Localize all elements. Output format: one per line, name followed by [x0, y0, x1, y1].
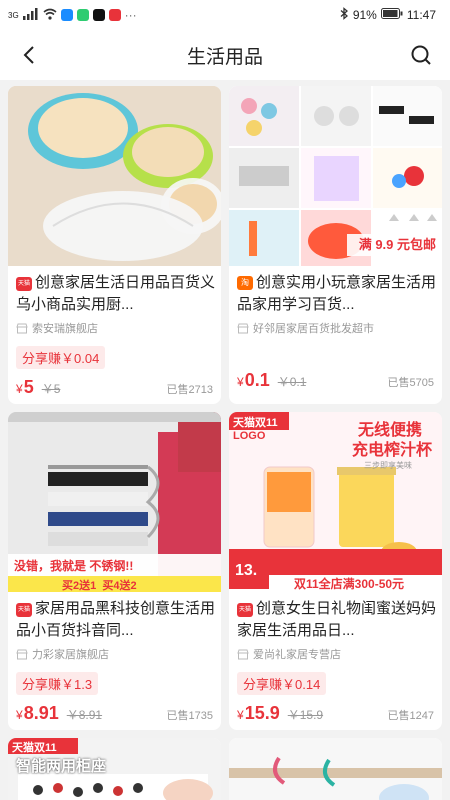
battery-icon [380, 8, 403, 22]
product-name: 创意家居生活日用品百货义乌小商品实用厨... [16, 274, 215, 313]
tiktok-icon [92, 9, 105, 21]
promo-label: 满 9.9 元包邮 [358, 237, 436, 252]
currency-symbol: ¥ [16, 708, 23, 722]
app-icon-red [108, 9, 121, 21]
original-price: ￥15.9 [287, 708, 324, 722]
shop-name: 好邻居家居百货批发超市 [253, 323, 374, 335]
price-value: 0.1 [244, 370, 270, 390]
status-left: 3G ··· [8, 7, 137, 23]
wifi-icon [43, 8, 57, 23]
logo-tag: LOGO [233, 430, 266, 442]
original-price: ￥5 [41, 382, 61, 396]
product-image: 没错，我就是 不锈钢!! 买2送1 买4送2 [8, 412, 221, 592]
more-icon: ··· [124, 8, 137, 22]
price-row: ¥5 ￥5 已售2713 [16, 377, 215, 398]
sold-count: 已售2713 [166, 384, 213, 396]
bluetooth-icon [340, 7, 349, 23]
shop-name: 索安瑞旗舰店 [32, 323, 98, 335]
shop-name: 爱尚礼家居专营店 [253, 649, 341, 661]
original-price: ￥8.91 [66, 708, 103, 722]
product-title: 天猫 家居用品黑科技创意生活用品小百货抖音同... [16, 598, 215, 642]
status-right: 91% 11:47 [340, 7, 436, 23]
page-title: 生活用品 [186, 46, 263, 68]
signal-icon [22, 7, 39, 23]
banner-offer: 买2送1 买4送2 [62, 580, 137, 592]
price-row: ¥8.91 ￥8.91 已售1735 [16, 703, 215, 724]
image-caption: 智能两用柜座 [16, 758, 107, 775]
tmall-badge: 天猫 [16, 277, 32, 291]
product-title: 天猫 创意女生日礼物闺蜜送妈妈家居生活用品日... [237, 598, 436, 642]
product-card[interactable]: 天猫 创意家居生活日用品百货义乌小商品实用厨... 索安瑞旗舰店 分享赚￥0.04… [8, 86, 221, 404]
currency-symbol: ¥ [237, 708, 244, 722]
shop-icon [237, 323, 249, 333]
product-image [8, 86, 221, 266]
battery-percent: 91% [352, 8, 377, 22]
search-icon [411, 45, 431, 65]
taobao-badge: 淘 [237, 276, 253, 290]
price-value: 15.9 [244, 703, 280, 723]
sold-count: 已售1247 [387, 710, 434, 722]
back-button[interactable] [14, 40, 44, 70]
shop-icon [16, 649, 28, 659]
banner-text: 没错，我就是 不锈钢!! [14, 559, 134, 573]
shop-name: 力彩家居旗舰店 [32, 649, 109, 661]
tmall-badge: 天猫 [237, 603, 253, 617]
status-bar: 3G ··· 91% 11:47 [0, 0, 450, 30]
product-image [229, 738, 442, 800]
currency-symbol: ¥ [16, 382, 23, 396]
sold-count: 已售5705 [387, 377, 434, 389]
product-title: 淘创意实用小玩意家居生活用品家用学习百货... [237, 272, 436, 316]
app-icon-green [76, 9, 89, 21]
price: ¥0.1 [237, 370, 270, 391]
shop-row[interactable]: 好邻居家居百货批发超市 [237, 320, 436, 336]
share-earn-badge[interactable]: 分享赚￥1.3 [16, 672, 99, 695]
headline-3: 三步即享美味 [364, 461, 412, 470]
product-name: 家居用品黑科技创意生活用品小百货抖音同... [16, 600, 215, 639]
promo-text: 双11全店满300-50元 [294, 577, 405, 591]
share-spacer [237, 336, 436, 362]
product-card[interactable]: 天猫双11 LOGO 无线便携 充电榨汁杯 三步即享美味 13. 双11全店满3… [229, 412, 442, 730]
share-earn-badge[interactable]: 分享赚￥0.14 [237, 672, 327, 695]
clock: 11:47 [406, 8, 436, 22]
network-label: 3G [8, 10, 19, 20]
headline-2: 充电榨汁杯 [351, 442, 432, 459]
tmall-badge: 天猫 [16, 603, 32, 617]
promo-price: 13. [235, 562, 258, 579]
price: ¥5 [16, 377, 34, 398]
price-value: 5 [23, 377, 34, 397]
price: ¥8.91 [16, 703, 59, 724]
product-image: 天猫双11 智能两用柜座 [8, 738, 221, 800]
original-price: ￥0.1 [277, 375, 307, 389]
product-image: 天猫双11 LOGO 无线便携 充电榨汁杯 三步即享美味 13. 双11全店满3… [229, 412, 442, 592]
product-image: 满 9.9 元包邮 [229, 86, 442, 266]
price: ¥15.9 [237, 703, 280, 724]
product-card[interactable]: 天猫双11 智能两用柜座 [8, 738, 221, 800]
chevron-left-icon [23, 46, 34, 64]
product-card[interactable]: 没错，我就是 不锈钢!! 买2送1 买4送2 天猫 家居用品黑科技创意生活用品小百… [8, 412, 221, 730]
top-bar: 生活用品 [0, 30, 450, 80]
currency-symbol: ¥ [237, 375, 244, 389]
price-row: ¥15.9 ￥15.9 已售1247 [237, 703, 436, 724]
double11-tag: 天猫双11 [233, 417, 278, 429]
search-button[interactable] [406, 40, 436, 70]
product-title: 天猫 创意家居生活日用品百货义乌小商品实用厨... [16, 272, 215, 316]
shop-icon [237, 649, 249, 659]
shop-row[interactable]: 爱尚礼家居专营店 [237, 646, 436, 662]
price-row: ¥0.1 ￥0.1 已售5705 [237, 370, 436, 391]
shop-row[interactable]: 索安瑞旗舰店 [16, 320, 215, 336]
product-grid: 天猫 创意家居生活日用品百货义乌小商品实用厨... 索安瑞旗舰店 分享赚￥0.04… [0, 80, 450, 800]
shop-row[interactable]: 力彩家居旗舰店 [16, 646, 215, 662]
product-name: 创意女生日礼物闺蜜送妈妈家居生活用品日... [237, 600, 436, 639]
product-name: 创意实用小玩意家居生活用品家用学习百货... [237, 274, 436, 313]
product-card[interactable] [229, 738, 442, 800]
share-earn-badge[interactable]: 分享赚￥0.04 [16, 346, 106, 369]
sold-count: 已售1735 [166, 710, 213, 722]
price-value: 8.91 [23, 703, 59, 723]
double11-tag: 天猫双11 [12, 742, 57, 754]
product-card[interactable]: 满 9.9 元包邮 淘创意实用小玩意家居生活用品家用学习百货... 好邻居家居百… [229, 86, 442, 404]
app-icon-blue [60, 9, 73, 21]
shop-icon [16, 323, 28, 333]
